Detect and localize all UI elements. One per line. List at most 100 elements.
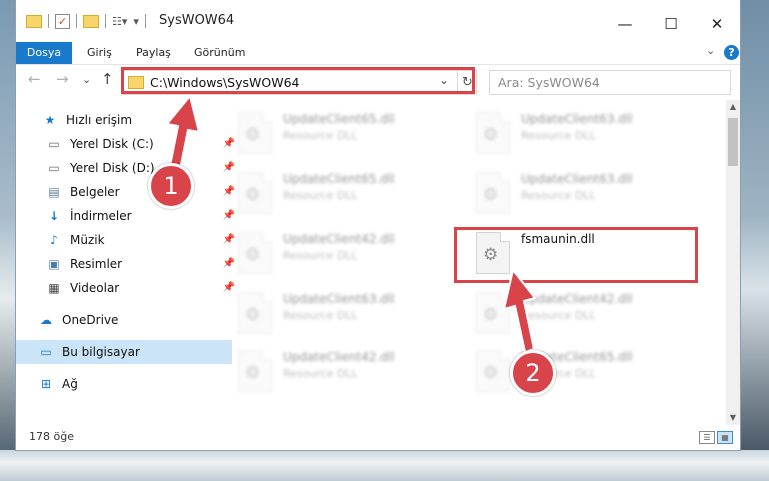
star-icon: ★: [44, 113, 56, 127]
file-name: UpdateClient42.dll: [283, 350, 395, 364]
gear-icon: ⚙: [245, 245, 261, 265]
large-icons-view-icon[interactable]: ▦: [717, 431, 733, 444]
navigation-bar: ← → ⌄ ↑ C:\Windows\SysWOW64 ⌄ ↻ Ara: Sys…: [16, 64, 740, 100]
quick-access-toolbar: ✓ ☷▾ ▾: [26, 12, 152, 30]
desktop-background-right: [740, 0, 769, 481]
scroll-up-icon[interactable]: ▲: [726, 100, 740, 114]
file-item[interactable]: ⚙ UpdateClient63.dll Resource DLL: [476, 106, 696, 162]
sidebar-item-label: Resimler: [70, 257, 123, 271]
download-icon: ↓: [48, 209, 60, 223]
toolbar-divider: [76, 14, 77, 28]
sidebar-item-videos[interactable]: ▦ Videolar 📌: [16, 276, 240, 300]
file-description: Resource DLL: [521, 189, 596, 202]
sidebar-item-label: Videolar: [70, 281, 120, 295]
explorer-window: ✓ ☷▾ ▾ SysWOW64 — ☐ ✕ Dosya Giriş Paylaş…: [16, 0, 740, 450]
sidebar-item-label: Hızlı erişim: [66, 113, 133, 127]
dll-file-icon: ⚙: [476, 112, 510, 154]
sidebar-item-documents[interactable]: ▤ Belgeler 📌: [16, 180, 240, 204]
file-item[interactable]: ⚙ UpdateClient65.dll Resource DLL: [476, 344, 696, 400]
dll-file-icon: ⚙: [238, 112, 272, 154]
file-description: Resource DLL: [283, 129, 358, 142]
sidebar-item-pictures[interactable]: ▣ Resimler 📌: [16, 252, 240, 276]
gear-icon: ⚙: [245, 125, 261, 145]
gear-icon: ⚙: [483, 125, 499, 145]
toolbar-divider: [105, 14, 106, 28]
file-item[interactable]: ⚙ UpdateClient65.dll Resource DLL: [238, 106, 458, 162]
sidebar-item-onedrive[interactable]: ☁ OneDrive: [16, 308, 232, 332]
dll-file-icon: ⚙: [476, 172, 510, 214]
close-button[interactable]: ✕: [694, 8, 740, 40]
file-highlight-box: [454, 227, 698, 283]
file-item[interactable]: ⚙ UpdateClient42.dll Resource DLL: [238, 344, 458, 400]
gear-icon: ⚙: [245, 185, 261, 205]
dll-file-icon: ⚙: [476, 350, 510, 392]
scroll-down-icon[interactable]: ▼: [726, 411, 740, 425]
file-item[interactable]: ⚙ UpdateClient63.dll Resource DLL: [476, 166, 696, 222]
dll-file-icon: ⚙: [476, 292, 510, 334]
file-description: Resource DLL: [521, 129, 596, 142]
tab-dosya[interactable]: Dosya: [16, 42, 72, 64]
gear-icon: ⚙: [245, 305, 261, 325]
window-title: SysWOW64: [159, 13, 235, 28]
desktop-background-bottom: [0, 450, 769, 481]
up-arrow-icon[interactable]: ↑: [101, 70, 114, 88]
file-item[interactable]: ⚙ UpdateClient65.dll Resource DLL: [238, 166, 458, 222]
computer-icon: ▭: [40, 345, 52, 359]
view-options-icon[interactable]: ☷▾: [112, 15, 127, 28]
file-name: UpdateClient65.dll: [283, 112, 395, 126]
gear-icon: ⚙: [245, 363, 261, 383]
customize-toolbar-icon[interactable]: ▾: [133, 15, 139, 28]
sidebar-item-local-disk-c[interactable]: ▭ Yerel Disk (C:) 📌: [16, 132, 240, 156]
sidebar-item-label: Belgeler: [70, 185, 120, 199]
sidebar-item-music[interactable]: ♪ Müzik 📌: [16, 228, 240, 252]
sidebar-item-local-disk-d[interactable]: ▭ Yerel Disk (D:) 📌: [16, 156, 240, 180]
file-name: UpdateClient63.dll: [283, 292, 395, 306]
file-item[interactable]: ⚙ UpdateClient42.dll Resource DLL: [476, 286, 696, 342]
documents-icon: ▤: [48, 185, 60, 199]
item-count: 178 öğe: [29, 430, 74, 443]
properties-icon[interactable]: ✓: [55, 13, 70, 29]
music-icon: ♪: [50, 233, 58, 247]
sidebar-item-label: Yerel Disk (D:): [70, 161, 155, 175]
vertical-scrollbar[interactable]: ▲ ▼: [726, 100, 740, 425]
forward-arrow-icon[interactable]: →: [56, 70, 69, 88]
new-folder-icon[interactable]: [83, 14, 99, 28]
ribbon-tabs: Dosya Giriş Paylaş Görünüm ⌄ ?: [16, 42, 740, 65]
file-description: Resource DLL: [283, 249, 358, 262]
sidebar-item-downloads[interactable]: ↓ İndirmeler 📌: [16, 204, 240, 228]
file-item[interactable]: ⚙ UpdateClient42.dll Resource DLL: [238, 226, 458, 282]
recent-locations-icon[interactable]: ⌄: [82, 73, 91, 86]
scroll-thumb[interactable]: [728, 118, 738, 166]
title-bar: ✓ ☷▾ ▾ SysWOW64 — ☐ ✕: [16, 0, 740, 42]
file-name: UpdateClient63.dll: [521, 112, 633, 126]
desktop-background-left: [0, 0, 16, 481]
file-description: Resource DLL: [521, 309, 596, 322]
dll-file-icon: ⚙: [238, 292, 272, 334]
gear-icon: ⚙: [483, 185, 499, 205]
sidebar-item-network[interactable]: ⊞ Ağ: [16, 372, 232, 396]
navigation-pane: ★ Hızlı erişim ▭ Yerel Disk (C:) 📌 ▭ Yer…: [16, 100, 235, 425]
network-icon: ⊞: [40, 377, 52, 391]
search-input[interactable]: Ara: SysWOW64: [489, 70, 731, 95]
video-icon: ▦: [48, 281, 60, 295]
tab-gorunum[interactable]: Görünüm: [194, 42, 245, 64]
dll-file-icon: ⚙: [238, 232, 272, 274]
sidebar-item-label: Müzik: [70, 233, 105, 247]
details-view-icon[interactable]: ☰: [699, 431, 715, 444]
sidebar-item-quick-access[interactable]: ★ Hızlı erişim: [16, 108, 236, 132]
back-arrow-icon[interactable]: ←: [28, 70, 41, 88]
expand-ribbon-icon[interactable]: ⌄: [706, 44, 715, 57]
minimize-button[interactable]: —: [602, 8, 648, 40]
tab-paylas[interactable]: Paylaş: [136, 42, 171, 64]
tab-giris[interactable]: Giriş: [87, 42, 112, 64]
address-highlight-box: [121, 67, 475, 94]
gear-icon: ⚙: [483, 305, 499, 325]
sidebar-item-label: İndirmeler: [70, 209, 132, 223]
maximize-button[interactable]: ☐: [648, 8, 694, 40]
drive-icon: ▭: [48, 161, 60, 175]
help-icon[interactable]: ?: [724, 45, 739, 60]
toolbar-divider: [144, 14, 146, 28]
folder-icon[interactable]: [26, 14, 42, 28]
sidebar-item-this-pc[interactable]: ▭ Bu bilgisayar: [16, 340, 232, 364]
file-item[interactable]: ⚙ UpdateClient63.dll Resource DLL: [238, 286, 458, 342]
